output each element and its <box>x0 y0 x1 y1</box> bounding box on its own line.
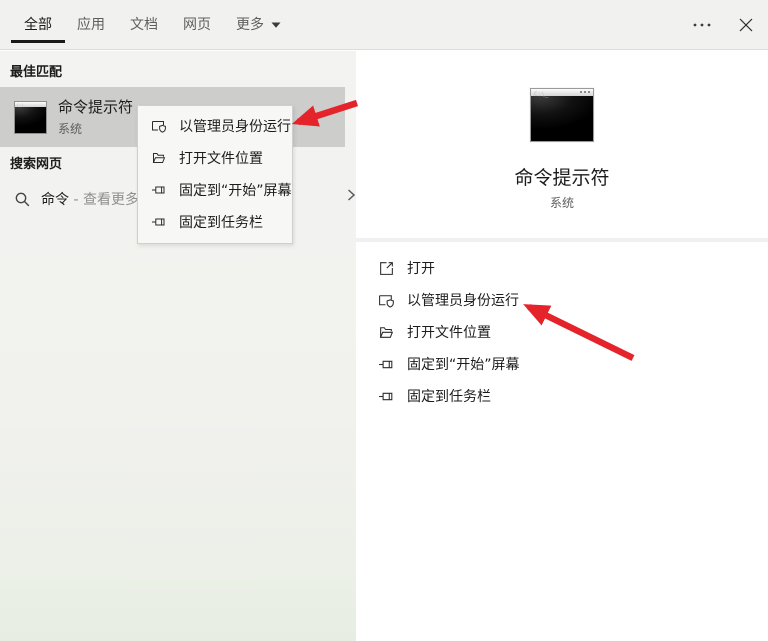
more-options-button[interactable] <box>688 9 716 41</box>
window-controls-decoration <box>580 91 591 93</box>
action-pin-to-taskbar[interactable]: 固定到任务栏 <box>378 380 758 412</box>
menu-item-pin-to-start[interactable]: 固定到“开始”屏幕 <box>138 174 292 206</box>
action-run-as-admin[interactable]: 以管理员身份运行 <box>378 284 758 316</box>
command-prompt-icon: C:\_ <box>14 100 47 134</box>
ellipsis-icon <box>693 23 711 27</box>
action-open[interactable]: 打开 <box>378 252 758 284</box>
header-actions <box>688 0 760 50</box>
result-title: 命令提示符 <box>58 97 134 116</box>
run-as-admin-icon <box>379 294 394 308</box>
app-title: 命令提示符 <box>514 167 610 189</box>
suggestion-query: 命令 <box>41 192 69 208</box>
pin-icon <box>152 186 165 194</box>
context-menu: 以管理员身份运行 打开文件位置 固定到“开始”屏幕 固定到任务栏 <box>137 105 293 244</box>
action-pin-to-start[interactable]: 固定到“开始”屏幕 <box>378 348 758 380</box>
file-location-icon <box>152 153 166 163</box>
tab-documents[interactable]: 文档 <box>130 0 158 50</box>
tab-apps[interactable]: 应用 <box>77 0 105 50</box>
close-button[interactable] <box>732 9 760 41</box>
run-as-admin-icon <box>152 121 166 133</box>
command-prompt-icon: C:\_ <box>530 88 594 142</box>
app-detail-panel: C:\_ 命令提示符 系统 打开 以管理员身份运行 打开文件位置 固定到“开始”… <box>356 51 768 641</box>
close-icon <box>739 18 753 32</box>
chevron-down-icon <box>271 22 281 28</box>
app-actions-list: 打开 以管理员身份运行 打开文件位置 固定到“开始”屏幕 固定到任务栏 <box>378 252 758 412</box>
pin-icon <box>152 218 165 226</box>
file-location-icon <box>379 326 394 338</box>
menu-item-run-as-admin[interactable]: 以管理员身份运行 <box>138 110 292 142</box>
separator <box>356 238 768 242</box>
tab-web[interactable]: 网页 <box>183 0 211 50</box>
best-match-header: 最佳匹配 <box>10 65 63 80</box>
action-open-file-location[interactable]: 打开文件位置 <box>378 316 758 348</box>
suggestion-suffix: - 查看更多 <box>73 192 139 208</box>
result-subtitle: 系统 <box>58 121 83 136</box>
search-filter-header: 全部 应用 文档 网页 更多 <box>0 0 768 50</box>
menu-item-open-file-location[interactable]: 打开文件位置 <box>138 142 292 174</box>
menu-item-pin-to-taskbar[interactable]: 固定到任务栏 <box>138 206 292 238</box>
tab-all[interactable]: 全部 <box>11 0 65 50</box>
windows-search-panel: 全部 应用 文档 网页 更多 最佳匹配 C:\_ 命令提示符 系统 搜索网页 命… <box>0 0 768 641</box>
search-web-header: 搜索网页 <box>10 157 63 172</box>
search-icon <box>15 192 30 206</box>
open-icon <box>380 261 393 275</box>
tab-more[interactable]: 更多 <box>236 0 281 50</box>
pin-icon <box>379 392 393 400</box>
app-subtitle: 系统 <box>549 196 574 210</box>
filter-tabs: 全部 应用 文档 网页 更多 <box>11 0 281 50</box>
pin-icon <box>379 360 393 368</box>
